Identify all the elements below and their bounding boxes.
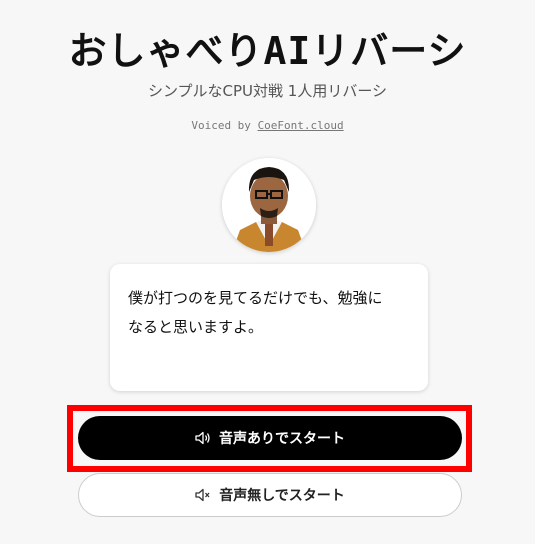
start-without-voice-button[interactable]: 音声無しでスタート (78, 473, 462, 517)
speech-line-1: 僕が打つのを見てるだけでも、勉強に (128, 289, 383, 307)
voiced-by-prefix: Voiced by (191, 119, 258, 132)
app-subtitle: シンプルなCPU対戦 1人用リバーシ (147, 82, 388, 100)
coefont-link[interactable]: CoeFont.cloud (258, 119, 344, 132)
speech-bubble: 僕が打つのを見てるだけでも、勉強に なると思いますよ。 (110, 264, 428, 391)
start-without-voice-label: 音声無しでスタート (219, 488, 345, 504)
speaker-muted-icon (195, 488, 211, 502)
start-with-voice-button[interactable]: 音声ありでスタート (78, 416, 462, 460)
app-title: おしゃべりAIリバーシ (68, 29, 467, 73)
speech-line-2: なると思いますよ。 (128, 318, 264, 336)
voiced-by: Voiced by CoeFont.cloud (0, 119, 535, 132)
start-with-voice-label: 音声ありでスタート (219, 431, 345, 447)
speaker-icon (195, 431, 211, 445)
character-portrait (222, 158, 316, 252)
character-avatar (222, 158, 316, 252)
